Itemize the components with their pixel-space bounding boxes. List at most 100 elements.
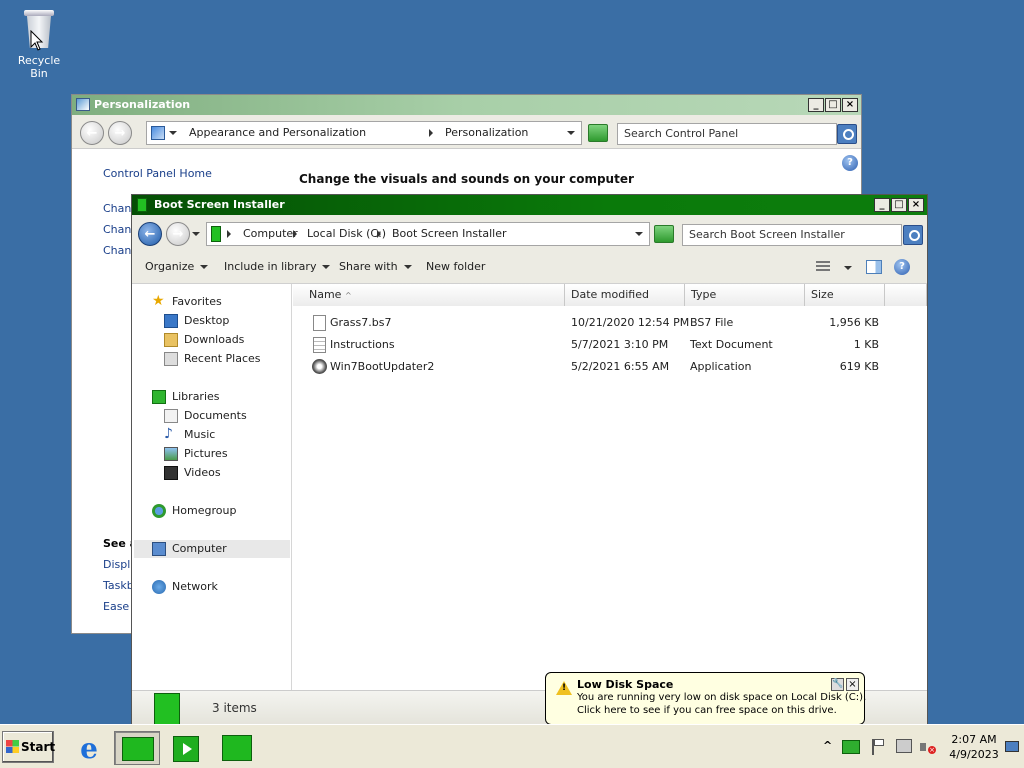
close-button[interactable]: × [842, 98, 858, 112]
explorer-address-area: ← → Computer Local Disk (C:) Boot Screen… [132, 215, 927, 251]
navigation-pane: ★ Favorites Desktop Downloads Recent Plac… [132, 284, 292, 690]
nav-documents[interactable]: Documents [164, 407, 292, 425]
see-also-link-1[interactable]: Displ [103, 558, 130, 571]
nav-downloads[interactable]: Downloads [164, 331, 292, 349]
file-row[interactable]: Instructions 5/7/2021 3:10 PM Text Docum… [293, 334, 927, 356]
control-panel-icon [151, 126, 165, 140]
file-row[interactable]: Grass7.bs7 10/21/2020 12:54 PM BS7 File … [293, 312, 927, 334]
breadcrumb-appearance[interactable]: Appearance and Personalization [189, 122, 366, 144]
file-row[interactable]: Win7BootUpdater2 5/2/2021 6:55 AM Applic… [293, 356, 927, 378]
network-tray-icon[interactable] [896, 739, 912, 753]
nav-homegroup[interactable]: Homegroup [152, 502, 292, 520]
personalization-address-area: ← → Appearance and Personalization Perso… [72, 115, 861, 149]
options-icon[interactable]: 🔧 [831, 678, 844, 691]
nav-pictures[interactable]: Pictures [164, 445, 292, 463]
breadcrumb-personalization[interactable]: Personalization [445, 122, 528, 144]
nav-videos[interactable]: Videos [164, 464, 292, 482]
back-button[interactable]: ← [80, 121, 104, 145]
taskbar: Start e ^ × 2:07 AM 4/9/2023 [0, 724, 1024, 768]
column-date-modified[interactable]: Date modified [565, 284, 685, 306]
share-with-button[interactable]: Share with [339, 260, 412, 273]
internet-explorer-taskbar-button[interactable]: e [66, 731, 112, 765]
address-bar[interactable]: Computer Local Disk (C:) Boot Screen Ins… [206, 222, 650, 246]
notification-title: Low Disk Space [577, 678, 674, 691]
computer-icon [152, 542, 166, 556]
column-name[interactable]: Name ^ [293, 284, 565, 306]
personalization-title-bar[interactable]: Personalization _ □ × [72, 95, 861, 115]
clock[interactable]: 2:07 AM 4/9/2023 [944, 732, 1004, 762]
media-player-taskbar-button[interactable] [162, 731, 208, 765]
notification-line-2: Click here to see if you can free space … [577, 705, 837, 716]
view-options-icon[interactable] [816, 261, 830, 273]
search-input[interactable]: Search Boot Screen Installer [682, 224, 902, 246]
videos-icon [164, 466, 178, 480]
see-also-link-2[interactable]: Taskb [103, 579, 134, 592]
volume-muted-icon[interactable]: × [920, 740, 936, 754]
text-file-icon [313, 337, 326, 353]
sidebar-link-2[interactable]: Chan [103, 223, 131, 236]
item-count: 3 items [212, 701, 257, 715]
breadcrumb-computer[interactable]: Computer [243, 223, 298, 245]
explorer-title-bar[interactable]: Boot Screen Installer _ □ × [132, 195, 927, 215]
show-desktop-icon[interactable] [1005, 741, 1019, 752]
mouse-cursor-icon [30, 30, 44, 51]
back-button[interactable]: ← [138, 222, 162, 246]
control-panel-home-link[interactable]: Control Panel Home [103, 167, 212, 180]
organize-button[interactable]: Organize [145, 260, 209, 273]
column-size[interactable]: Size [805, 284, 885, 306]
nav-network[interactable]: Network [152, 578, 292, 596]
address-bar[interactable]: Appearance and Personalization Personali… [146, 121, 582, 145]
column-extra[interactable] [885, 284, 927, 306]
personalization-window-icon [76, 98, 90, 111]
folder-icon [211, 226, 221, 242]
search-input[interactable]: Search Control Panel [617, 123, 837, 145]
nav-favorites[interactable]: ★ Favorites [152, 293, 292, 311]
new-folder-button[interactable]: New folder [426, 260, 485, 273]
minimize-button[interactable]: _ [874, 198, 890, 212]
nav-music[interactable]: ♪ Music [164, 426, 292, 444]
sidebar-link-3[interactable]: Chan [103, 244, 131, 257]
search-icon[interactable] [837, 124, 857, 144]
drive-tray-icon[interactable] [842, 740, 860, 754]
maximize-button[interactable]: □ [891, 198, 907, 212]
close-icon[interactable]: × [846, 678, 859, 691]
forward-button[interactable]: → [166, 222, 190, 246]
maximize-button[interactable]: □ [825, 98, 841, 112]
help-icon[interactable]: ? [894, 259, 910, 275]
network-icon [152, 580, 166, 594]
pictures-icon [164, 447, 178, 461]
windows-logo-icon [6, 740, 19, 753]
control-panel-taskbar-button[interactable] [212, 731, 258, 765]
internet-explorer-icon: e [80, 732, 98, 765]
sidebar-link-1[interactable]: Chan [103, 202, 131, 215]
breadcrumb-local-disk[interactable]: Local Disk (C:) [307, 223, 386, 245]
desktop-icon [164, 314, 178, 328]
refresh-button[interactable] [588, 124, 608, 142]
low-disk-space-notification[interactable]: ! Low Disk Space You are running very lo… [545, 672, 867, 735]
include-in-library-button[interactable]: Include in library [224, 260, 331, 273]
help-icon[interactable]: ? [842, 155, 858, 171]
column-type[interactable]: Type [685, 284, 805, 306]
app-icon [312, 359, 327, 374]
notification-line-1: You are running very low on disk space o… [577, 692, 867, 703]
search-icon[interactable] [903, 225, 923, 245]
minimize-button[interactable]: _ [808, 98, 824, 112]
nav-libraries[interactable]: Libraries [152, 388, 292, 406]
see-also-link-3[interactable]: Ease [103, 600, 129, 613]
refresh-button[interactable] [654, 225, 674, 243]
preview-pane-icon[interactable] [866, 260, 882, 274]
explorer-taskbar-button[interactable] [114, 731, 160, 765]
nav-desktop[interactable]: Desktop [164, 312, 292, 330]
documents-icon [164, 409, 178, 423]
show-hidden-icons-icon[interactable]: ^ [823, 739, 832, 752]
command-bar: Organize Include in library Share with N… [132, 251, 927, 284]
explorer-window: Boot Screen Installer _ □ × ← → Computer… [131, 194, 928, 726]
star-icon: ★ [152, 293, 165, 309]
nav-recent-places[interactable]: Recent Places [164, 350, 292, 368]
breadcrumb-boot-screen-installer[interactable]: Boot Screen Installer [392, 223, 507, 245]
forward-button[interactable]: → [108, 121, 132, 145]
start-button[interactable]: Start [2, 731, 55, 763]
nav-computer[interactable]: Computer [134, 540, 290, 558]
folder-icon [154, 693, 180, 725]
close-button[interactable]: × [908, 198, 924, 212]
